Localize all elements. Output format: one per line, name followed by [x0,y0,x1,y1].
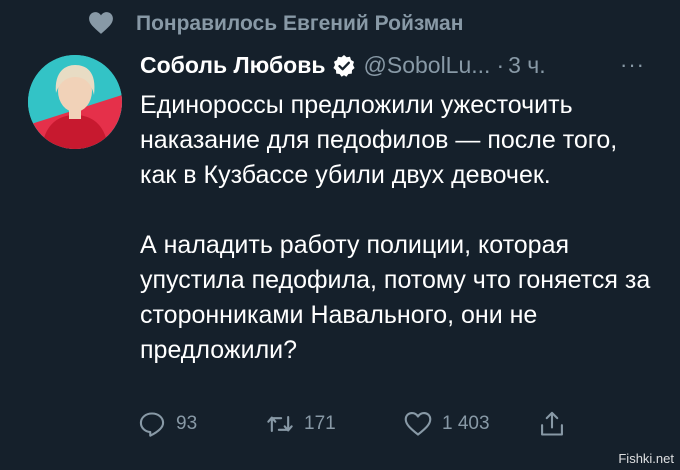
tweet-text: Единороссы предложили ужесточить наказан… [140,88,660,368]
like-button[interactable]: 1 403 [404,410,490,438]
retweet-icon [267,415,293,433]
author-name[interactable]: Соболь Любовь [140,52,326,79]
reply-button[interactable]: 93 [138,410,197,438]
avatar[interactable] [28,55,122,149]
more-options-icon[interactable]: ··· [620,52,645,78]
tweet-header: Соболь Любовь @SobolLu... · 3 ч. [140,52,546,79]
tweet-paragraph: А наладить работу полиции, которая упуст… [140,231,651,364]
verified-badge-icon [332,54,355,77]
tweet-actions: 93 171 1 403 [138,410,578,444]
tweet-paragraph: Единороссы предложили ужесточить наказан… [140,91,618,189]
tweet-time[interactable]: 3 ч. [508,52,546,79]
heart-icon [89,12,113,34]
social-context-label: Понравилось Евгений Ройзман [136,12,464,35]
retweet-button[interactable]: 171 [266,410,336,438]
author-handle[interactable]: @SobolLu... [364,52,491,79]
share-icon [541,411,563,436]
reply-count: 93 [176,413,198,434]
retweet-count: 171 [304,413,336,434]
watermark: Fishki.net [618,451,674,466]
like-icon [404,411,432,436]
separator-dot: · [496,52,505,78]
share-button[interactable] [538,410,566,438]
reply-icon [139,412,165,437]
avatar-image [28,55,122,149]
like-count: 1 403 [442,413,490,434]
